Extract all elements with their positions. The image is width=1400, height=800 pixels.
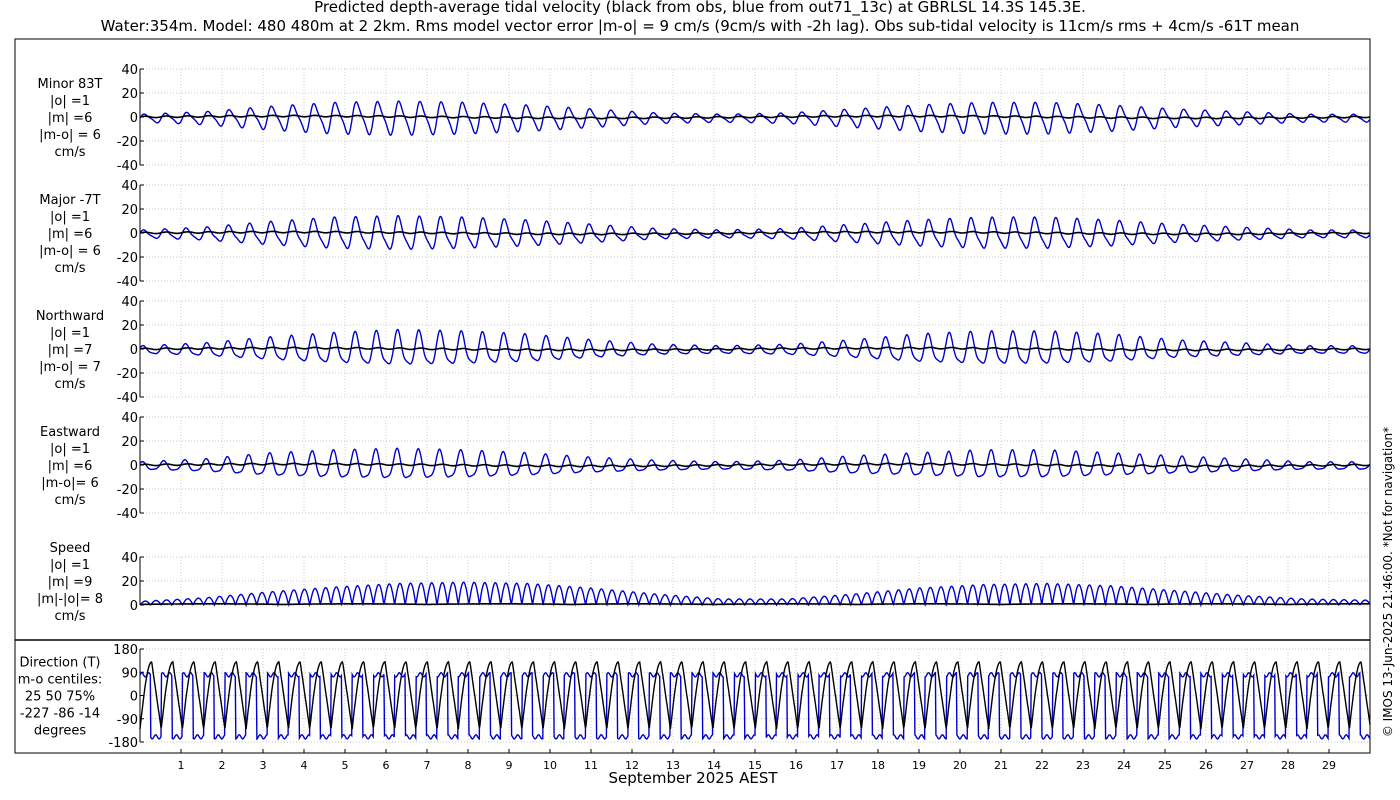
x-tick-label: 16 xyxy=(789,759,803,772)
model-series-3 xyxy=(139,447,1371,479)
y-tick-label-5: -90 xyxy=(117,713,138,728)
y-tick-label-3: -40 xyxy=(117,507,138,522)
panel-label-2-2: |m| =7 xyxy=(48,343,93,358)
x-tick-label: 10 xyxy=(543,759,557,772)
x-tick-label: 22 xyxy=(1035,759,1049,772)
panel-label-0-0: Minor 83T xyxy=(38,77,103,92)
x-tick-label: 25 xyxy=(1158,759,1172,772)
x-tick-label: 17 xyxy=(830,759,844,772)
x-tick-label: 5 xyxy=(342,759,349,772)
y-tick-label-1: 20 xyxy=(121,203,138,218)
panel-label-0-3: |m-o| = 6 xyxy=(39,128,101,143)
panel-label-4-0: Speed xyxy=(50,541,91,556)
x-axis-label: September 2025 AEST xyxy=(608,769,778,787)
y-tick-label-0: 0 xyxy=(130,111,138,126)
y-tick-label-4: 20 xyxy=(121,575,138,590)
panel-label-1-4: cm/s xyxy=(55,261,86,276)
x-tick-label: 6 xyxy=(383,759,390,772)
x-tick-label: 28 xyxy=(1281,759,1295,772)
x-tick-label: 9 xyxy=(506,759,513,772)
panel-label-3-2: |m| =6 xyxy=(48,459,93,474)
panel-label-4-1: |o| =1 xyxy=(50,558,90,573)
panel-label-0-1: |o| =1 xyxy=(50,94,90,109)
x-tick-label: 18 xyxy=(871,759,885,772)
panel-label-5-1: m-o centiles: xyxy=(18,673,103,688)
y-tick-label-5: 0 xyxy=(130,690,138,705)
x-tick-label: 7 xyxy=(424,759,431,772)
panel-label-5-3: -227 -86 -14 xyxy=(20,707,100,722)
panel-label-1-1: |o| =1 xyxy=(50,210,90,225)
panel-label-0-2: |m| =6 xyxy=(48,111,93,126)
y-tick-label-2: -20 xyxy=(117,367,138,382)
model-series-0 xyxy=(139,100,1371,136)
x-tick-label: 27 xyxy=(1240,759,1254,772)
x-tick-label: 29 xyxy=(1322,759,1336,772)
panel-label-4-2: |m| =9 xyxy=(48,575,93,590)
y-tick-label-1: -40 xyxy=(117,275,138,290)
y-tick-label-0: -40 xyxy=(117,159,138,174)
panel-label-1-2: |m| =6 xyxy=(48,227,93,242)
x-tick-label: 20 xyxy=(953,759,967,772)
y-tick-label-1: -20 xyxy=(117,251,138,266)
panel-label-3-4: cm/s xyxy=(55,493,86,508)
y-tick-label-2: 40 xyxy=(121,295,138,310)
y-tick-label-0: 20 xyxy=(121,87,138,102)
y-tick-label-0: -20 xyxy=(117,135,138,150)
x-tick-label: 8 xyxy=(465,759,472,772)
y-tick-label-3: 0 xyxy=(130,459,138,474)
obs-series-speed xyxy=(140,603,1370,606)
copyright-text: © IMOS 13-Jun-2025 21:46:00. *Not for na… xyxy=(1381,427,1395,737)
y-tick-label-2: 0 xyxy=(130,343,138,358)
figure-frame xyxy=(14,38,1371,754)
x-tick-label: 1 xyxy=(178,759,185,772)
y-tick-label-4: 0 xyxy=(130,599,138,614)
panel-label-3-0: Eastward xyxy=(40,425,100,440)
panel-label-5-2: 25 50 75% xyxy=(25,690,95,705)
panel-label-0-4: cm/s xyxy=(55,145,86,160)
y-tick-label-5: 180 xyxy=(113,643,138,658)
y-tick-label-5: 90 xyxy=(121,666,138,681)
y-tick-label-1: 0 xyxy=(130,227,138,242)
panel-label-2-3: |m-o| = 7 xyxy=(39,360,101,375)
panel-label-1-0: Major -7T xyxy=(39,193,100,208)
y-tick-label-3: 40 xyxy=(121,411,138,426)
panel-label-3-3: |m-o|= 6 xyxy=(41,476,99,491)
panel-label-2-0: Northward xyxy=(36,309,104,324)
panel-label-4-4: cm/s xyxy=(55,609,86,624)
panel-label-3-1: |o| =1 xyxy=(50,442,90,457)
y-tick-label-0: 40 xyxy=(121,63,138,78)
panel-label-4-3: |m|-|o|= 8 xyxy=(37,592,103,607)
y-tick-label-2: -40 xyxy=(117,391,138,406)
x-tick-label: 23 xyxy=(1076,759,1090,772)
y-tick-label-1: 40 xyxy=(121,179,138,194)
x-tick-label: 24 xyxy=(1117,759,1131,772)
x-tick-label: 3 xyxy=(260,759,267,772)
panel-label-5-4: degrees xyxy=(34,724,87,739)
panel-label-2-1: |o| =1 xyxy=(50,326,90,341)
panel-label-5-0: Direction (T) xyxy=(20,656,101,671)
x-tick-label: 4 xyxy=(301,759,308,772)
y-tick-label-5: -180 xyxy=(108,736,138,751)
x-tick-label: 2 xyxy=(219,759,226,772)
y-tick-label-4: 40 xyxy=(121,551,138,566)
panel-label-2-4: cm/s xyxy=(55,377,86,392)
x-tick-label: 21 xyxy=(994,759,1008,772)
panel-label-1-3: |m-o| = 6 xyxy=(39,244,101,259)
x-tick-label: 26 xyxy=(1199,759,1213,772)
tidal-velocity-figure: 40200-20-40Minor 83T|o| =1|m| =6|m-o| = … xyxy=(14,38,1395,787)
y-tick-label-2: 20 xyxy=(121,319,138,334)
y-tick-label-3: 20 xyxy=(121,435,138,450)
x-tick-label: 19 xyxy=(912,759,926,772)
x-tick-label: 11 xyxy=(584,759,598,772)
y-tick-label-3: -20 xyxy=(117,483,138,498)
